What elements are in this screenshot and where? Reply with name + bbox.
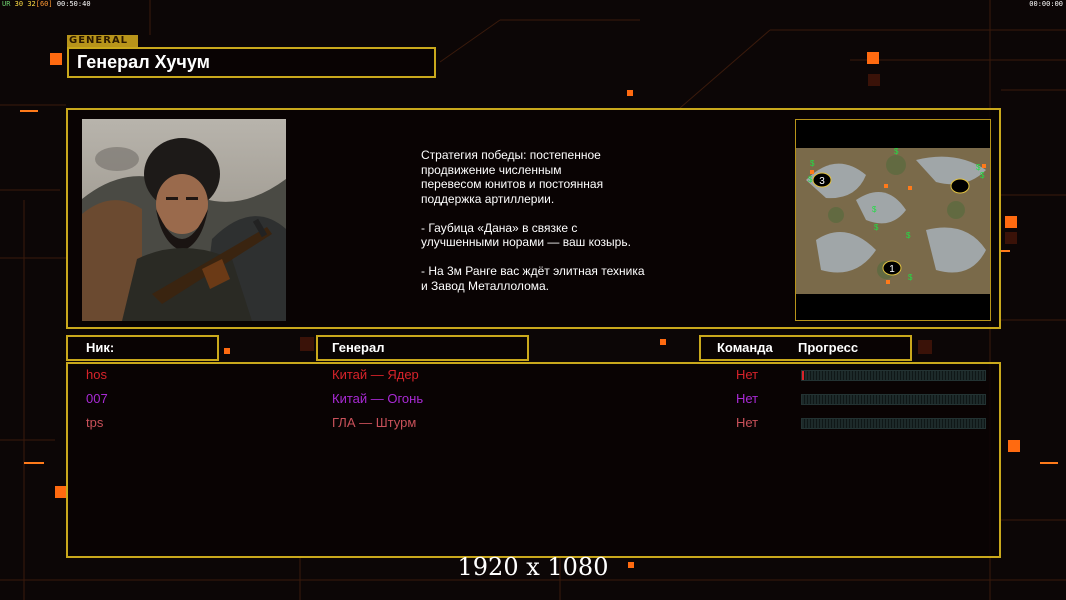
minimap-image: 3 1 $ $ $ $ $ $ $ $ $ [795, 119, 991, 321]
general-title-box: Генерал Хучум [67, 47, 436, 78]
header-nick: Ник: [66, 335, 219, 361]
svg-text:$: $ [894, 147, 899, 156]
header-team-label: Команда [717, 340, 773, 355]
player-progress-bar [801, 370, 986, 381]
player-team: Нет [736, 391, 759, 406]
minimap-marker-1: 1 [889, 264, 895, 275]
svg-text:$: $ [980, 171, 985, 180]
general-name: Генерал Хучум [77, 52, 210, 72]
player-team: Нет [736, 415, 759, 430]
hud-fps-a: 30 [14, 0, 24, 8]
general-tag: GENERAL [67, 35, 138, 47]
hud-time-right: 00:00:00 [1029, 0, 1063, 8]
svg-text:$: $ [872, 205, 877, 214]
header-nick-label: Ник: [86, 340, 115, 355]
svg-text:$: $ [874, 223, 879, 232]
header-team-progress: Команда Прогресс [699, 335, 912, 361]
player-nick: tps [86, 415, 104, 430]
progress-fill [802, 371, 804, 380]
player-row: hos Китай — Ядер Нет [68, 367, 999, 387]
player-row: tps ГЛА — Штурм Нет [68, 415, 999, 435]
svg-text:$: $ [808, 175, 813, 184]
player-general: ГЛА — Штурм [332, 415, 417, 430]
player-general: Китай — Огонь [332, 391, 424, 406]
player-row: 007 Китай — Огонь Нет [68, 391, 999, 411]
header-general: Генерал [316, 335, 529, 361]
resolution-label: 1920 x 1080 [457, 553, 609, 581]
hud-fps-bracket: [60] [35, 0, 53, 8]
hud-fps-b: 32 [27, 0, 36, 8]
general-info-panel: Стратегия победы: постепенное продвижени… [66, 108, 1001, 329]
player-progress-bar [801, 418, 986, 429]
player-nick: hos [86, 367, 107, 382]
general-portrait-image [82, 119, 286, 321]
hud-time-left: 00:50:40 [56, 0, 91, 8]
minimap-marker-3: 3 [819, 176, 825, 187]
header-progress-label: Прогресс [798, 340, 859, 355]
svg-text:$: $ [906, 231, 911, 240]
svg-text:$: $ [908, 273, 913, 282]
player-general: Китай — Ядер [332, 367, 419, 382]
players-panel: hos Китай — Ядер Нет 007 Китай — Огонь Н… [66, 362, 1001, 558]
player-progress-bar [801, 394, 986, 405]
strategy-text: Стратегия победы: постепенное продвижени… [421, 148, 645, 293]
player-team: Нет [736, 367, 759, 382]
player-nick: 007 [86, 391, 108, 406]
hud-left-label: UR [2, 0, 11, 8]
fps-readout: UR 30 32[60] 00:50:40 [2, 0, 91, 8]
svg-text:$: $ [810, 159, 815, 168]
header-general-label: Генерал [332, 340, 385, 355]
